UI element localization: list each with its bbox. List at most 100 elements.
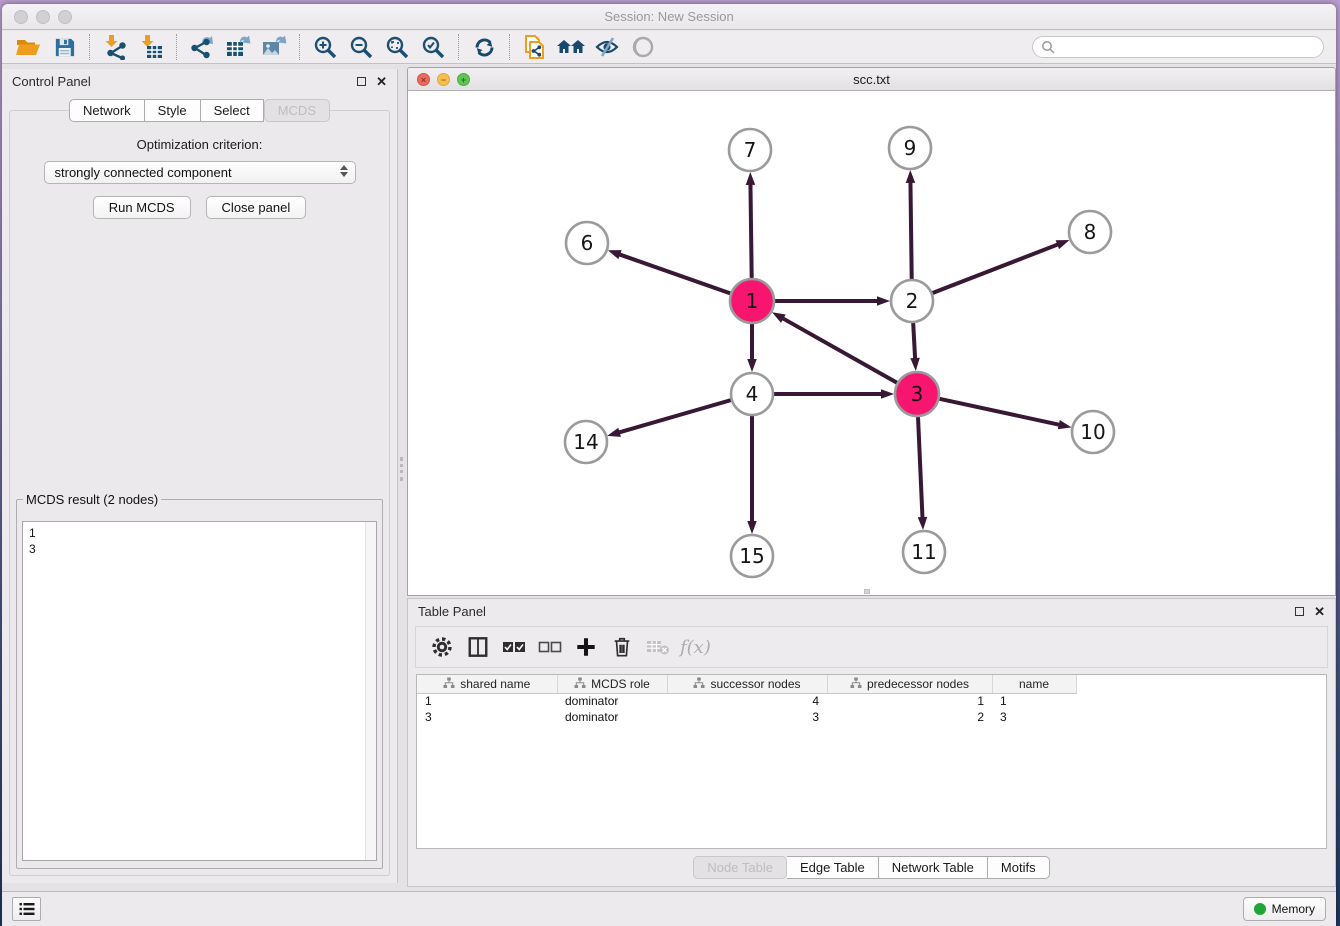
network-view-titlebar[interactable]: × − + scc.txt xyxy=(408,68,1335,91)
import-table-button[interactable] xyxy=(133,32,169,62)
graph-edge-4-15[interactable] xyxy=(747,416,757,534)
tab-style[interactable]: Style xyxy=(145,99,201,122)
open-session-button[interactable] xyxy=(10,32,46,62)
hide-selected-button[interactable] xyxy=(589,32,625,62)
export-image-button[interactable] xyxy=(256,32,292,62)
graph-node-11[interactable]: 11 xyxy=(903,531,945,573)
graph-edge-3-10[interactable] xyxy=(939,399,1071,429)
graph-edge-3-1[interactable] xyxy=(772,312,897,382)
criterion-dropdown-value: strongly connected component xyxy=(55,165,232,180)
window-controls xyxy=(14,10,72,24)
close-table-panel-icon[interactable]: ✕ xyxy=(1314,605,1325,618)
table-settings-button[interactable] xyxy=(424,630,460,664)
column-header-predecessor-nodes[interactable]: predecessor nodes xyxy=(827,675,992,693)
graph-node-label: 10 xyxy=(1080,420,1105,444)
delete-column-button[interactable] xyxy=(604,630,640,664)
tab-motifs[interactable]: Motifs xyxy=(988,856,1050,879)
graph-edge-4-3[interactable] xyxy=(774,389,894,399)
show-columns-button[interactable] xyxy=(460,630,496,664)
memory-button[interactable]: Memory xyxy=(1243,897,1326,921)
graph-node-15[interactable]: 15 xyxy=(731,535,773,577)
network-zoom-button[interactable]: + xyxy=(457,73,470,86)
export-table-button[interactable] xyxy=(220,32,256,62)
column-header-shared-name[interactable]: shared name xyxy=(417,675,557,693)
zoom-out-button[interactable] xyxy=(343,32,379,62)
graph-node-14[interactable]: 14 xyxy=(565,421,607,463)
graph-edge-1-4[interactable] xyxy=(747,324,757,372)
graph-node-10[interactable]: 10 xyxy=(1072,411,1114,453)
network-minimize-button[interactable]: − xyxy=(437,73,450,86)
column-header-name[interactable]: name xyxy=(992,675,1076,693)
graph-node-3[interactable]: 3 xyxy=(895,372,939,416)
graph-node-8[interactable]: 8 xyxy=(1069,211,1111,253)
zoom-fit-button[interactable] xyxy=(379,32,415,62)
tab-edge-table[interactable]: Edge Table xyxy=(787,856,879,879)
graph-edge-2-8[interactable] xyxy=(933,240,1070,293)
table-cell: 3 xyxy=(417,709,557,725)
delete-table-button[interactable] xyxy=(640,630,676,664)
graph-edge-1-2[interactable] xyxy=(775,296,890,306)
export-network-button[interactable] xyxy=(184,32,220,62)
graph-edge-4-14[interactable] xyxy=(607,400,731,437)
toolbar-separator xyxy=(89,34,90,60)
sort-hierarchy-icon xyxy=(574,677,586,689)
show-all-button[interactable] xyxy=(625,32,661,62)
plus-icon xyxy=(575,636,597,658)
zoom-selected-button[interactable] xyxy=(415,32,451,62)
refresh-view-button[interactable] xyxy=(466,32,502,62)
criterion-dropdown[interactable]: strongly connected component xyxy=(44,161,356,184)
table-row[interactable]: 3dominator323 xyxy=(417,709,1076,725)
select-all-button[interactable] xyxy=(496,630,532,664)
unselect-all-button[interactable] xyxy=(532,630,568,664)
graph-node-6[interactable]: 6 xyxy=(566,222,608,264)
trash-icon xyxy=(611,635,633,659)
minimize-window-button[interactable] xyxy=(36,10,50,24)
graph-edge-1-7[interactable] xyxy=(746,172,755,278)
tab-network-table[interactable]: Network Table xyxy=(879,856,988,879)
houses-icon xyxy=(556,35,586,59)
dropdown-spinner-icon xyxy=(340,165,348,177)
tab-network[interactable]: Network xyxy=(69,99,145,122)
save-disk-icon xyxy=(53,36,76,59)
task-history-button[interactable] xyxy=(12,897,41,921)
graph-node-2[interactable]: 2 xyxy=(891,280,933,322)
close-window-button[interactable] xyxy=(14,10,28,24)
table-row[interactable]: 1dominator411 xyxy=(417,693,1076,709)
function-builder-button[interactable]: f(x) xyxy=(680,637,711,658)
network-canvas[interactable]: 7 9 6 8 1 2 4 3 14 10 15 11 xyxy=(408,91,1335,595)
graph-edge-3-11[interactable] xyxy=(918,417,927,530)
canvas-resize-grip[interactable] xyxy=(864,589,870,594)
duplicate-network-button[interactable] xyxy=(517,32,553,62)
panel-splitter-handle[interactable] xyxy=(400,457,404,481)
result-scrollbar[interactable] xyxy=(365,522,376,860)
float-table-panel-icon[interactable] xyxy=(1295,607,1304,616)
network-canvas-svg[interactable]: 7 9 6 8 1 2 4 3 14 10 15 11 xyxy=(408,91,1335,596)
tab-node-table[interactable]: Node Table xyxy=(693,856,787,879)
network-close-button[interactable]: × xyxy=(417,73,430,86)
graph-node-4[interactable]: 4 xyxy=(731,373,773,415)
save-session-button[interactable] xyxy=(46,32,82,62)
search-box[interactable] xyxy=(1032,36,1324,58)
graph-node-1[interactable]: 1 xyxy=(730,279,774,323)
graph-edge-1-6[interactable] xyxy=(608,250,731,293)
mcds-result-box[interactable]: 1 3 xyxy=(22,521,377,861)
column-header-successor-nodes[interactable]: successor nodes xyxy=(667,675,827,693)
eye-disabled-icon xyxy=(630,35,656,59)
close-panel-button[interactable]: Close panel xyxy=(206,196,307,219)
graph-node-9[interactable]: 9 xyxy=(889,127,931,169)
float-panel-icon[interactable] xyxy=(357,77,366,86)
zoom-in-button[interactable] xyxy=(307,32,343,62)
graph-edge-2-9[interactable] xyxy=(906,170,915,279)
graph-node-7[interactable]: 7 xyxy=(729,129,771,171)
tab-mcds[interactable]: MCDS xyxy=(264,99,330,122)
search-input[interactable] xyxy=(1060,40,1315,54)
graph-edge-2-3[interactable] xyxy=(910,323,919,371)
import-network-button[interactable] xyxy=(97,32,133,62)
first-neighbors-button[interactable] xyxy=(553,32,589,62)
add-column-button[interactable] xyxy=(568,630,604,664)
close-panel-icon[interactable]: ✕ xyxy=(376,75,387,88)
column-header-mcds-role[interactable]: MCDS role xyxy=(557,675,667,693)
tab-select[interactable]: Select xyxy=(201,99,264,122)
zoom-window-button[interactable] xyxy=(58,10,72,24)
run-mcds-button[interactable]: Run MCDS xyxy=(93,196,191,219)
